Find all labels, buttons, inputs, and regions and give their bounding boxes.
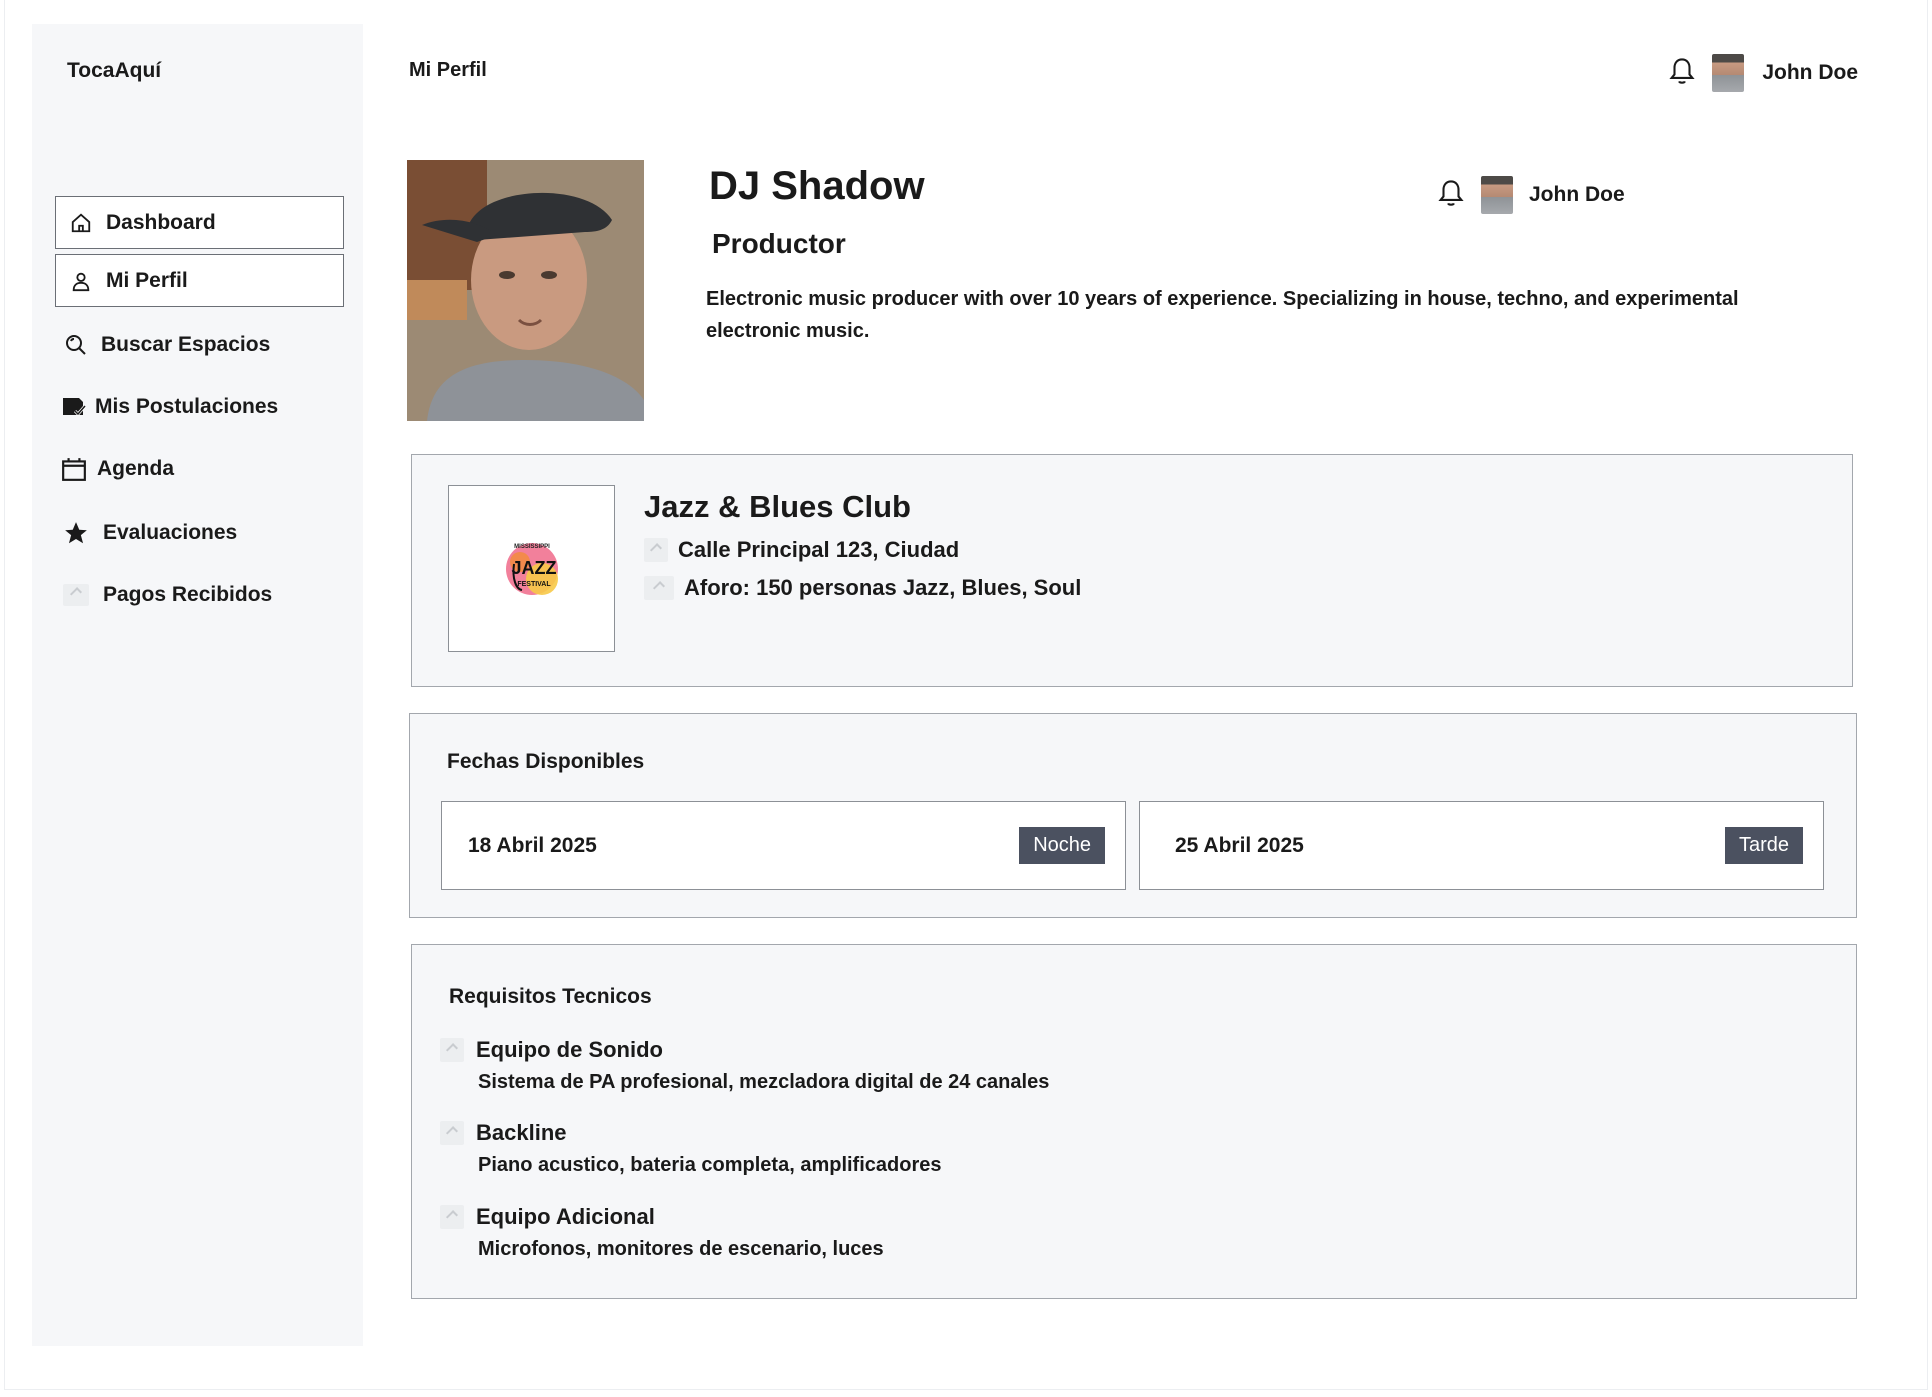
profile-user-name: John Doe bbox=[1529, 183, 1625, 206]
sidebar-item-label: Pagos Recibidos bbox=[103, 582, 273, 606]
slot-badge: Tarde bbox=[1724, 827, 1803, 864]
profile-name: DJ Shadow bbox=[709, 164, 925, 208]
sidebar-item-label: Dashboard bbox=[106, 210, 216, 234]
profile-user[interactable]: John Doe bbox=[1437, 176, 1625, 214]
bell-icon[interactable] bbox=[1668, 56, 1696, 91]
date-option[interactable]: 18 Abril 2025 Noche bbox=[441, 801, 1126, 890]
requirement-item: Equipo de Sonido Sistema de PA profesion… bbox=[440, 1037, 1049, 1094]
user-icon bbox=[68, 268, 94, 294]
requirements-title: Requisitos Tecnicos bbox=[449, 985, 652, 1008]
sidebar-item-label: Buscar Espacios bbox=[101, 332, 271, 356]
sidebar-item-mis-postulaciones[interactable]: Mis Postulaciones bbox=[55, 380, 344, 433]
venue-card: MISSISSIPPI JAZZ FESTIVAL Jazz & Blues C… bbox=[411, 454, 1853, 687]
search-icon bbox=[63, 332, 89, 358]
svg-text:MISSISSIPPI: MISSISSIPPI bbox=[514, 544, 550, 550]
slot-badge: Noche bbox=[1019, 827, 1105, 864]
header-user-name: John Doe bbox=[1762, 61, 1858, 84]
sound-icon bbox=[440, 1038, 464, 1062]
sidebar-item-dashboard[interactable]: Dashboard bbox=[55, 196, 344, 249]
dates-title: Fechas Disponibles bbox=[447, 750, 645, 773]
sidebar-item-evaluaciones[interactable]: Evaluaciones bbox=[55, 506, 344, 559]
avatar[interactable] bbox=[1481, 176, 1513, 214]
venue-name: Jazz & Blues Club bbox=[644, 489, 911, 524]
star-icon bbox=[63, 520, 89, 546]
venue-logo: MISSISSIPPI JAZZ FESTIVAL bbox=[448, 485, 615, 652]
equipment-icon bbox=[440, 1205, 464, 1229]
sidebar-item-label: Agenda bbox=[97, 456, 175, 480]
backline-icon bbox=[440, 1121, 464, 1145]
requirement-item: Backline Piano acustico, bateria complet… bbox=[440, 1120, 942, 1177]
page-title: Mi Perfil bbox=[409, 59, 487, 81]
available-dates-card: Fechas Disponibles 18 Abril 2025 Noche 2… bbox=[409, 713, 1857, 918]
sidebar-item-label: Evaluaciones bbox=[103, 520, 238, 544]
technical-requirements-card: Requisitos Tecnicos Equipo de Sonido Sis… bbox=[411, 944, 1857, 1299]
home-icon bbox=[68, 210, 94, 236]
profile-role: Productor bbox=[712, 228, 846, 259]
brand-logo[interactable]: TocaAquí bbox=[67, 59, 161, 83]
capacity-icon bbox=[644, 576, 674, 600]
svg-text:FESTIVAL: FESTIVAL bbox=[517, 581, 551, 588]
requirement-item: Equipo Adicional Microfonos, monitores d… bbox=[440, 1204, 884, 1261]
broken-image-icon bbox=[63, 582, 89, 608]
location-icon bbox=[644, 538, 668, 562]
calendar-icon bbox=[61, 456, 87, 482]
bell-icon[interactable] bbox=[1437, 178, 1465, 213]
date-option[interactable]: 25 Abril 2025 Tarde bbox=[1139, 801, 1824, 890]
svg-text:JAZZ: JAZZ bbox=[511, 558, 556, 578]
sidebar-item-pagos-recibidos[interactable]: Pagos Recibidos bbox=[55, 568, 344, 621]
profile-photo bbox=[407, 160, 644, 421]
sidebar-item-agenda[interactable]: Agenda bbox=[55, 442, 344, 495]
sidebar-item-buscar-espacios[interactable]: Buscar Espacios bbox=[55, 318, 344, 371]
sidebar-item-mi-perfil[interactable]: Mi Perfil bbox=[55, 254, 344, 307]
venue-address: Calle Principal 123, Ciudad bbox=[644, 537, 959, 563]
profile-bio: Electronic music producer with over 10 y… bbox=[706, 288, 1739, 342]
sidebar-item-label: Mis Postulaciones bbox=[95, 394, 279, 418]
venue-capacity: Aforo: 150 personas Jazz, Blues, Soul bbox=[644, 575, 1081, 601]
application-icon bbox=[61, 394, 87, 420]
sidebar-item-label: Mi Perfil bbox=[106, 268, 188, 292]
avatar[interactable] bbox=[1712, 54, 1745, 92]
header-user[interactable]: John Doe bbox=[1668, 54, 1858, 92]
